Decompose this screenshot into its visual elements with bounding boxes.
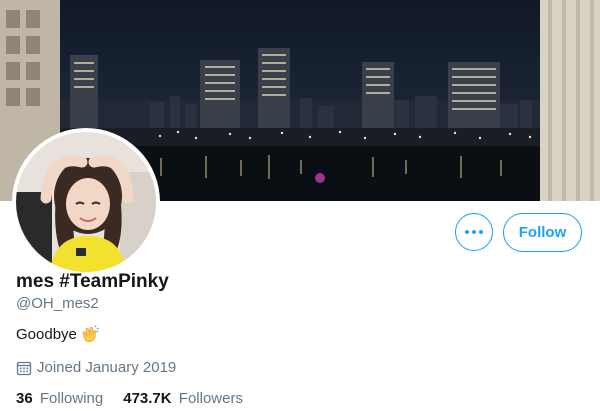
follow-stats: 36 Following 473.7K Followers bbox=[16, 390, 243, 407]
following-label: Following bbox=[39, 390, 104, 407]
followers-label: Followers bbox=[178, 390, 243, 407]
avatar[interactable] bbox=[12, 128, 160, 276]
more-options-button[interactable] bbox=[455, 213, 493, 251]
following-count: 36 bbox=[16, 390, 33, 407]
followers-link[interactable]: 473.7K Followers bbox=[123, 390, 243, 407]
join-date-text: Joined January 2019 bbox=[37, 359, 177, 376]
clapping-hands-icon bbox=[82, 325, 99, 342]
avatar-photo-image bbox=[16, 132, 156, 272]
calendar-icon bbox=[16, 361, 32, 375]
display-name: mes #TeamPinky bbox=[16, 271, 169, 292]
more-horizontal-icon bbox=[465, 230, 469, 234]
followers-count: 473.7K bbox=[123, 390, 172, 407]
bio: Goodbye bbox=[16, 325, 99, 343]
follow-button-label: Follow bbox=[518, 224, 567, 241]
following-link[interactable]: 36 Following bbox=[16, 390, 103, 407]
join-date: Joined January 2019 bbox=[16, 359, 176, 376]
user-handle: @OH_mes2 bbox=[16, 295, 99, 312]
follow-button[interactable]: Follow bbox=[503, 213, 582, 252]
bio-text: Goodbye bbox=[16, 325, 77, 343]
